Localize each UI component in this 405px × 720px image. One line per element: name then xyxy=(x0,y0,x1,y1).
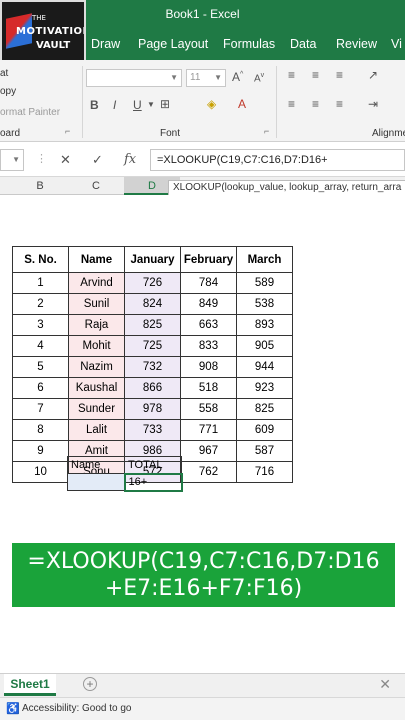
indent-icon[interactable]: ⇥ xyxy=(368,97,378,111)
data-table: S. No. Name January February March 1 Arvi… xyxy=(12,246,293,483)
font-color-icon[interactable]: A xyxy=(238,97,246,111)
accessibility-status[interactable]: Accessibility: Good to go xyxy=(22,703,132,714)
align-middle-icon[interactable]: ≡ xyxy=(312,68,319,82)
chevron-down-icon: ▼ xyxy=(170,73,178,82)
lookup-name-header[interactable]: Name xyxy=(67,456,125,474)
tab-draw[interactable]: Draw xyxy=(91,37,120,51)
underline-button[interactable]: U xyxy=(133,98,142,112)
align-center-icon[interactable]: ≡ xyxy=(312,97,319,111)
font-group-label: Font xyxy=(160,128,181,139)
align-top-icon[interactable]: ≡ xyxy=(288,68,295,82)
formula-input[interactable]: =XLOOKUP(C19,C7:C16,D7:D16+ xyxy=(150,149,405,171)
enter-icon[interactable]: ✓ xyxy=(92,152,103,168)
dialog-launcher-icon[interactable]: ⌐ xyxy=(264,126,269,136)
header-february[interactable]: February xyxy=(180,246,237,273)
copy-button[interactable]: opy xyxy=(0,86,16,97)
fill-color-icon[interactable]: ◈ xyxy=(207,97,216,111)
header-march[interactable]: March xyxy=(236,246,293,273)
formula-bar: ▼ ⋮ ✕ ✓ fx =XLOOKUP(C19,C7:C16,D7:D16+ xyxy=(0,143,405,177)
lookup-name-cell[interactable] xyxy=(67,473,125,491)
header-name[interactable]: Name xyxy=(68,246,125,273)
cut-button[interactable]: at xyxy=(0,68,8,79)
lookup-table: Name TOTAL 16+ xyxy=(67,456,183,492)
chevron-down-icon: ▼ xyxy=(12,155,20,164)
bold-button[interactable]: B xyxy=(90,98,99,112)
table-row: 4 Mohit 725 833 905 xyxy=(12,335,293,357)
insert-function-icon[interactable]: fx xyxy=(124,152,136,167)
banner-line-1: =XLOOKUP(C19,C7:C16,D7:D16 xyxy=(27,549,380,574)
font-name-combo[interactable]: ▼ xyxy=(86,69,182,87)
clipboard-group-label: oard xyxy=(0,128,21,139)
font-size-combo[interactable]: 11 ▼ xyxy=(186,69,226,87)
borders-icon[interactable]: ⊞ xyxy=(160,97,170,111)
table-row: 6 Kaushal 866 518 923 xyxy=(12,377,293,399)
chevron-down-icon: ▼ xyxy=(214,73,222,82)
table-header-row: S. No. Name January February March xyxy=(12,246,293,273)
table-row: 1 Arvind 726 784 589 xyxy=(12,272,293,294)
orientation-icon[interactable]: ↗ xyxy=(368,68,378,82)
banner-line-2: +E7:E16+F7:F16) xyxy=(104,576,303,601)
tab-view[interactable]: Vi xyxy=(391,37,402,51)
table-row: 7 Sunder 978 558 825 xyxy=(12,398,293,420)
drag-handle-icon[interactable]: ⋮ xyxy=(36,152,47,165)
function-tooltip: XLOOKUP(lookup_value, lookup_array, retu… xyxy=(168,180,405,196)
accessibility-icon[interactable]: ♿ xyxy=(6,702,20,715)
name-box[interactable]: ▼ xyxy=(0,149,24,171)
scroll-icon[interactable]: ✕ xyxy=(379,676,391,693)
tab-page-layout[interactable]: Page Layout xyxy=(138,37,208,51)
header-january[interactable]: January xyxy=(124,246,181,273)
format-painter-button[interactable]: ormat Painter xyxy=(0,107,60,118)
chevron-down-icon[interactable]: ▼ xyxy=(147,100,155,109)
table-row: 2 Sunil 824 849 538 xyxy=(12,293,293,315)
decrease-font-icon[interactable]: Av xyxy=(254,72,264,84)
tab-formulas[interactable]: Formulas xyxy=(223,37,275,51)
cancel-icon[interactable]: ✕ xyxy=(60,152,71,168)
lookup-total-header[interactable]: TOTAL xyxy=(124,456,182,474)
tab-review[interactable]: Review xyxy=(336,37,377,51)
formula-banner: =XLOOKUP(C19,C7:C16,D7:D16 +E7:E16+F7:F1… xyxy=(12,543,395,607)
column-header-b[interactable]: B xyxy=(12,180,68,192)
align-left-icon[interactable]: ≡ xyxy=(288,97,295,111)
sheet-tab-sheet1[interactable]: Sheet1 xyxy=(4,674,56,696)
alignment-group-label: Alignme xyxy=(372,128,405,139)
add-sheet-icon[interactable]: + xyxy=(83,677,97,691)
dialog-launcher-icon[interactable]: ⌐ xyxy=(65,126,70,136)
status-bar: ♿ Accessibility: Good to go xyxy=(0,697,405,720)
sheet-tabs-bar: Sheet1 + ✕ xyxy=(0,673,405,697)
table-row: 3 Raja 825 663 893 xyxy=(12,314,293,336)
ribbon: at opy ormat Painter oard ⌐ ▼ 11 ▼ A^ Av… xyxy=(0,60,405,142)
header-sno[interactable]: S. No. xyxy=(12,246,69,273)
table-row: 5 Nazim 732 908 944 xyxy=(12,356,293,378)
italic-button[interactable]: I xyxy=(113,98,116,112)
table-row: 8 Lalit 733 771 609 xyxy=(12,419,293,441)
align-bottom-icon[interactable]: ≡ xyxy=(336,68,343,82)
align-right-icon[interactable]: ≡ xyxy=(336,97,343,111)
tab-data[interactable]: Data xyxy=(290,37,316,51)
increase-font-icon[interactable]: A^ xyxy=(232,70,243,84)
column-header-c[interactable]: C xyxy=(68,180,124,192)
lookup-total-cell[interactable]: 16+ xyxy=(123,472,183,492)
